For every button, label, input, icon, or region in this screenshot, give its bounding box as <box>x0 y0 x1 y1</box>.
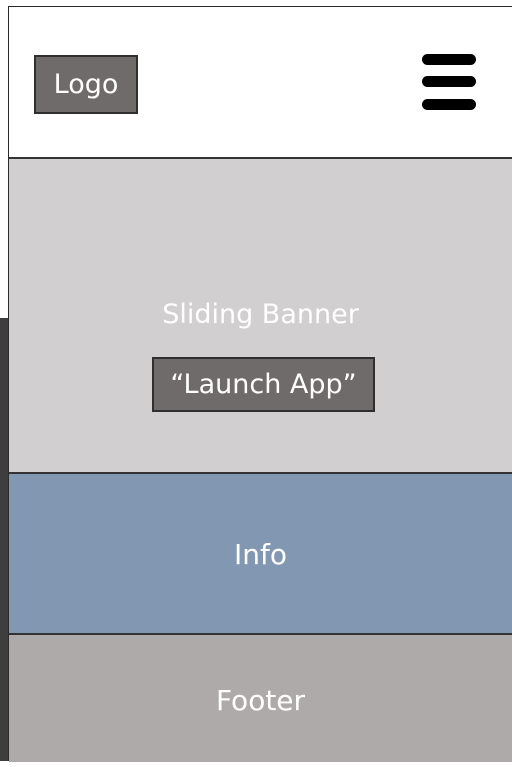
info-section: Info <box>9 474 512 635</box>
footer: Footer <box>9 635 512 762</box>
header: Logo <box>9 7 512 159</box>
hamburger-menu-icon[interactable] <box>422 52 478 114</box>
sliding-banner[interactable]: Sliding Banner “Launch App” <box>9 159 512 474</box>
menu-bar-top <box>422 54 476 65</box>
banner-title: Sliding Banner <box>162 299 359 330</box>
logo[interactable]: Logo <box>34 55 138 114</box>
menu-bar-bottom <box>422 99 476 110</box>
launch-app-button[interactable]: “Launch App” <box>152 357 375 412</box>
menu-bar-middle <box>422 76 476 87</box>
left-edge-strip <box>0 318 8 761</box>
mobile-page: Logo Sliding Banner “Launch App” Info Fo… <box>8 6 512 762</box>
wireframe-frame: Logo Sliding Banner “Launch App” Info Fo… <box>0 0 512 762</box>
